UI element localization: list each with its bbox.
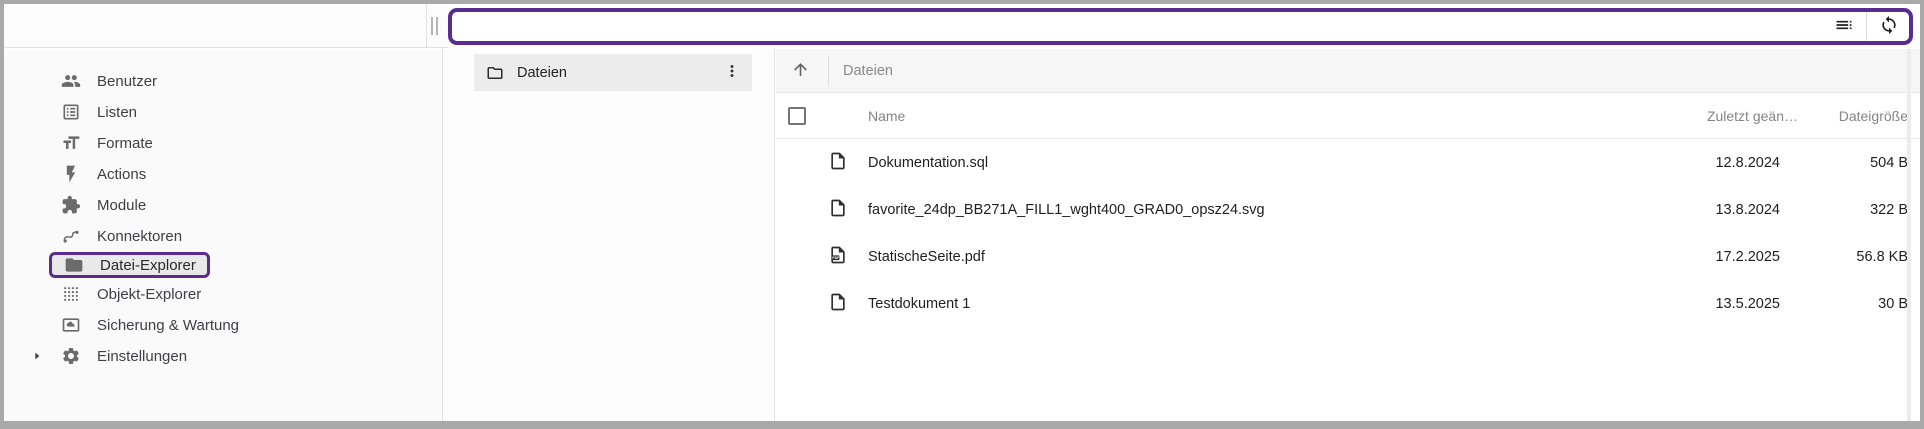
tree-item-menu-button[interactable]: [720, 61, 744, 85]
table-row[interactable]: favorite_24dp_BB271A_FILL1_wght400_GRAD0…: [776, 186, 1920, 233]
sidebar-item-listen[interactable]: Listen: [4, 98, 442, 126]
toc-icon: [1834, 15, 1854, 38]
tree-item-label: Dateien: [517, 65, 720, 81]
list-icon: [61, 102, 81, 122]
sidebar-header: [4, 4, 448, 48]
users-icon: [61, 71, 81, 91]
sync-button[interactable]: [1873, 13, 1905, 41]
file-size: 322 B: [1798, 202, 1908, 218]
connector-icon: [61, 226, 81, 246]
sync-icon: [1879, 15, 1899, 38]
dots-grid-icon: [61, 284, 81, 304]
folder-tree-panel: Dateien: [444, 49, 775, 421]
resize-handle-icon: [431, 17, 433, 35]
column-header-name[interactable]: Name: [868, 108, 1648, 124]
navigate-up-button[interactable]: [782, 53, 818, 89]
sidebar-item-datei-explorer[interactable]: Datei-Explorer: [49, 252, 210, 278]
file-modified-date: 13.8.2024: [1648, 202, 1798, 218]
sidebar-item-einstellungen[interactable]: Einstellungen: [4, 342, 442, 370]
kebab-menu-icon: [723, 62, 741, 83]
tree-item-dateien[interactable]: Dateien: [474, 54, 752, 91]
sidebar-item-module[interactable]: Module: [4, 191, 442, 219]
file-modified-date: 17.2.2025: [1648, 249, 1798, 265]
sidebar-item-label: Datei-Explorer: [100, 257, 196, 274]
sidebar-item-label: Einstellungen: [97, 348, 187, 365]
sidebar-item-label: Objekt-Explorer: [97, 286, 201, 303]
sidebar-item-formate[interactable]: Formate: [4, 129, 442, 157]
search-input[interactable]: [452, 12, 1828, 41]
search-bar: [448, 8, 1913, 45]
file-size: 56.8 KB: [1798, 249, 1908, 265]
bolt-icon: [61, 164, 81, 184]
file-size: 30 B: [1798, 296, 1908, 312]
breadcrumb[interactable]: Dateien: [843, 63, 893, 79]
toolbar-divider: [828, 56, 829, 86]
select-all-checkbox[interactable]: [788, 107, 806, 125]
panel-resize-handle[interactable]: [431, 17, 440, 35]
sidebar-item-konnektoren[interactable]: Konnektoren: [4, 222, 442, 250]
format-size-icon: [61, 133, 81, 153]
backup-icon: [61, 315, 81, 335]
table-row[interactable]: Testdokument 1 13.5.2025 30 B: [776, 280, 1920, 327]
sidebar-item-benutzer[interactable]: Benutzer: [4, 67, 442, 95]
column-header-modified[interactable]: Zuletzt geän…: [1648, 108, 1798, 124]
sidebar-item-label: Sicherung & Wartung: [97, 317, 239, 334]
header-divider: [426, 4, 427, 48]
pdf-file-icon: [828, 245, 848, 269]
file-list-panel: Dateien Name Zuletzt geän… Dateigröße Do…: [776, 49, 1920, 421]
resize-handle-icon: [436, 17, 438, 35]
file-name: Testdokument 1: [868, 296, 1648, 312]
sidebar-item-label: Formate: [97, 135, 153, 152]
file-toolbar: Dateien: [776, 49, 1920, 93]
arrow-up-icon: [791, 60, 810, 82]
scrollbar[interactable]: [1907, 49, 1911, 421]
sidebar-item-label: Actions: [97, 166, 146, 183]
chevron-right-icon[interactable]: [30, 348, 46, 364]
sidebar-item-label: Module: [97, 197, 146, 214]
file-modified-date: 13.5.2025: [1648, 296, 1798, 312]
sidebar-item-label: Benutzer: [97, 73, 157, 90]
folder-outline-icon: [486, 64, 504, 82]
sidebar-item-sicherung-wartung[interactable]: Sicherung & Wartung: [4, 311, 442, 339]
file-table-header: Name Zuletzt geän… Dateigröße: [776, 93, 1920, 139]
app-root: { "app": { "accent_color": "#5b2b91", "f…: [0, 0, 1924, 429]
sidebar-item-actions[interactable]: Actions: [4, 160, 442, 188]
file-size: 504 B: [1798, 155, 1908, 171]
column-header-size[interactable]: Dateigröße: [1798, 108, 1908, 124]
file-name: StatischeSeite.pdf: [868, 249, 1648, 265]
gear-icon: [61, 346, 81, 366]
file-name: favorite_24dp_BB271A_FILL1_wght400_GRAD0…: [868, 202, 1648, 218]
file-icon: [828, 198, 848, 222]
file-modified-date: 12.8.2024: [1648, 155, 1798, 171]
file-name: Dokumentation.sql: [868, 155, 1648, 171]
sidebar: Benutzer Listen Formate Actions Module K…: [4, 49, 443, 421]
app-window: Benutzer Listen Formate Actions Module K…: [4, 4, 1920, 421]
table-row[interactable]: StatischeSeite.pdf 17.2.2025 56.8 KB: [776, 233, 1920, 280]
searchbar-divider: [1866, 12, 1867, 41]
sidebar-item-label: Konnektoren: [97, 228, 182, 245]
sidebar-item-label: Listen: [97, 104, 137, 121]
file-icon: [828, 151, 848, 175]
toc-button[interactable]: [1828, 13, 1860, 41]
puzzle-icon: [61, 195, 81, 215]
file-icon: [828, 292, 848, 316]
sidebar-item-objekt-explorer[interactable]: Objekt-Explorer: [4, 280, 442, 308]
table-row[interactable]: Dokumentation.sql 12.8.2024 504 B: [776, 139, 1920, 186]
folder-icon: [64, 255, 84, 275]
